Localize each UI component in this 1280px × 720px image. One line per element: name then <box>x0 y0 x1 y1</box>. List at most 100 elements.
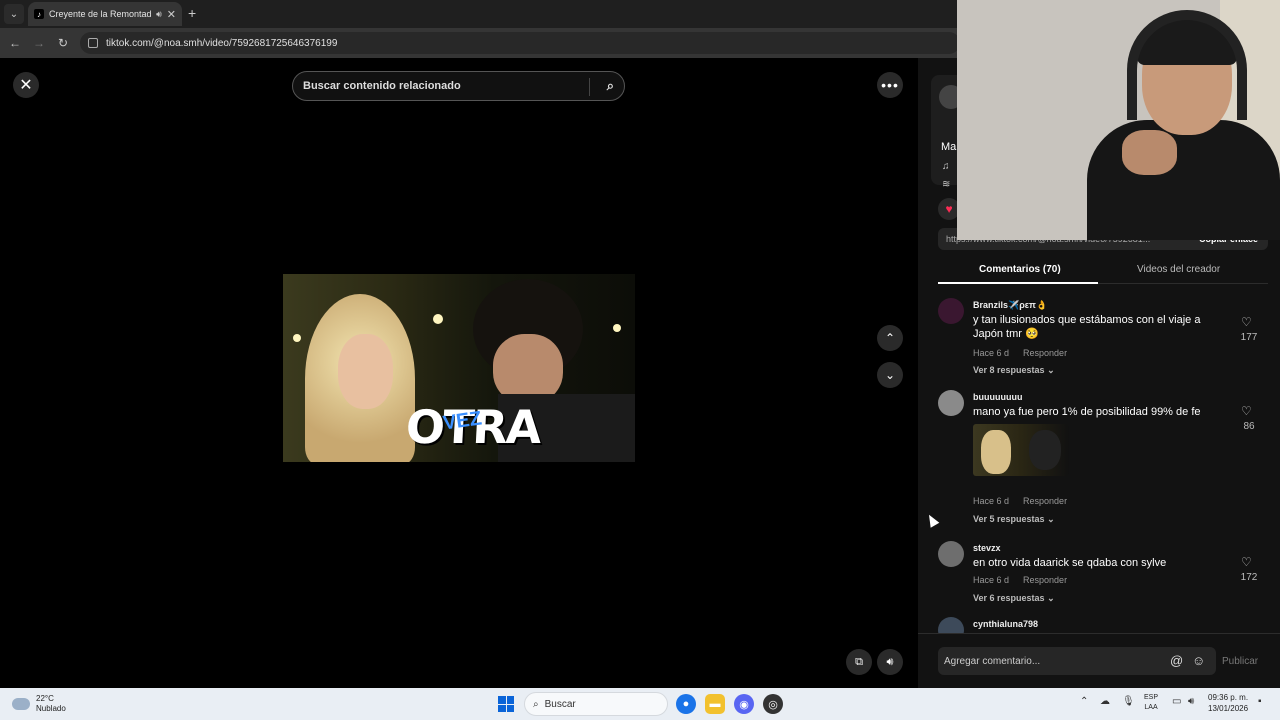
view-replies-button[interactable]: Ver 6 respuestas ⌄ <box>973 593 1055 604</box>
new-tab-button[interactable]: + <box>188 5 196 21</box>
comment-time: Hace 6 d <box>973 575 1010 585</box>
webcam-overlay <box>957 0 1280 240</box>
search-divider <box>589 78 590 96</box>
tab-creator-videos[interactable]: Videos del creador <box>1137 264 1220 275</box>
light-glow <box>613 324 621 332</box>
avatar[interactable] <box>938 617 964 633</box>
reply-button[interactable]: Responder <box>1023 575 1067 585</box>
weather-widget[interactable]: 22°C Nublado <box>12 694 66 714</box>
view-replies-label: Ver 6 respuestas <box>973 593 1045 603</box>
video-frame: OTRA VEZ <box>283 274 635 462</box>
file-explorer-icon[interactable]: ▬ <box>705 694 725 714</box>
like-count: 172 <box>1240 572 1258 583</box>
reload-icon[interactable]: ↻ <box>54 34 72 52</box>
comment-item: stevzx en otro vida daarick se qdaba con… <box>938 541 1268 611</box>
chevron-up-icon[interactable]: ⌃ <box>1080 696 1088 707</box>
comment-text: mano ya fue pero 1% de posibilidad 99% d… <box>973 406 1201 418</box>
like-count: 177 <box>1240 332 1258 343</box>
weather-desc: Nublado <box>36 704 66 713</box>
comment-composer: Agregar comentario... @ ☺ Publicar <box>918 633 1280 688</box>
person-1-face <box>338 334 393 409</box>
active-tab-indicator <box>938 282 1098 284</box>
comment-username[interactable]: cynthialuna798 <box>973 619 1038 629</box>
back-icon[interactable]: ← <box>6 34 24 52</box>
view-replies-button[interactable]: Ver 5 respuestas ⌄ <box>973 514 1055 525</box>
clock-time: 09:36 p. m. <box>1208 693 1249 702</box>
light-glow <box>293 334 301 342</box>
comment-text: y tan ilusionados que estábamos con el v… <box>973 314 1201 340</box>
avatar[interactable] <box>938 390 964 416</box>
related-search-input[interactable]: Buscar contenido relacionado ⌕ <box>292 71 625 101</box>
search-placeholder: Buscar contenido relacionado <box>303 80 461 92</box>
publish-button[interactable]: Publicar <box>1222 656 1258 667</box>
thumb-person-2 <box>1029 430 1061 470</box>
comment-meta: Hace 6 d Responder <box>973 496 1067 506</box>
network-icon[interactable]: ▭ <box>1172 696 1181 707</box>
emoji-icon[interactable]: ☺ <box>1192 653 1205 668</box>
floating-player-icon[interactable]: ⧉ <box>846 649 872 675</box>
previous-video-button[interactable]: ⌃ <box>877 325 903 351</box>
microphone-icon[interactable]: 🎙︎ <box>1122 696 1135 707</box>
site-info-icon[interactable] <box>88 38 98 48</box>
url-text: tiktok.com/@noa.smh/video/75926817256463… <box>106 37 338 49</box>
comment-username[interactable]: buuuuuuuu <box>973 392 1022 402</box>
close-tab-icon[interactable]: ✕ <box>167 8 176 21</box>
notification-icon[interactable]: ▪ <box>1258 696 1262 707</box>
taskbar: 22°C Nublado ⌕ Buscar ● ▬ ◉ ◎ ⌃ ☁ 🎙︎ ESP… <box>0 688 1280 720</box>
chrome-icon[interactable]: ● <box>676 694 696 714</box>
comment-meta: Hace 6 d Responder <box>973 348 1067 358</box>
tiktok-icon: ♪ <box>34 9 44 19</box>
view-replies-button[interactable]: Ver 8 respuestas ⌄ <box>973 365 1055 376</box>
weather-text: 22°C Nublado <box>36 694 66 714</box>
forward-icon[interactable]: → <box>30 34 48 52</box>
avatar[interactable] <box>938 541 964 567</box>
comment-placeholder: Agregar comentario... <box>944 655 1041 667</box>
next-video-button[interactable]: ⌄ <box>877 362 903 388</box>
capcut-icon: ≋ <box>942 179 951 190</box>
like-count: 86 <box>1243 421 1255 432</box>
reply-button[interactable]: Responder <box>1023 496 1067 506</box>
cloud-icon <box>12 698 30 710</box>
webcam-person-body <box>1087 120 1280 240</box>
clock-date: 13/01/2026 <box>1208 704 1249 713</box>
heart-icon[interactable]: ♡ <box>1241 315 1252 329</box>
comment-meta: Hace 6 d Responder <box>973 575 1067 585</box>
heart-icon[interactable]: ♡ <box>1241 555 1252 569</box>
light-glow <box>433 314 443 324</box>
comment-username[interactable]: Branzils✈️ρεπ👌 <box>973 300 1047 311</box>
comment-username[interactable]: stevzx <box>973 543 1001 553</box>
tab-title: Creyente de la Remontada <box>49 9 152 19</box>
comment-image[interactable] <box>973 424 1069 476</box>
onedrive-icon[interactable]: ☁ <box>1100 696 1110 707</box>
author-name: Ma <box>941 141 957 153</box>
reply-button[interactable]: Responder <box>1023 348 1067 358</box>
more-options-icon[interactable]: ••• <box>877 72 903 98</box>
search-icon[interactable]: ⌕ <box>607 78 614 94</box>
speaker-icon[interactable]: 🔊︎ <box>156 9 162 20</box>
taskbar-search[interactable]: ⌕ Buscar <box>524 692 668 716</box>
discord-icon[interactable]: ◉ <box>734 694 754 714</box>
taskbar-search-label: Buscar <box>544 698 576 710</box>
comment-time: Hace 6 d <box>973 348 1010 358</box>
heart-icon[interactable]: ♡ <box>1241 404 1252 418</box>
url-field[interactable]: tiktok.com/@noa.smh/video/75926817256463… <box>80 32 960 54</box>
view-replies-label: Ver 8 respuestas <box>973 365 1045 375</box>
obs-icon[interactable]: ◎ <box>763 694 783 714</box>
avatar[interactable] <box>938 298 964 324</box>
mention-icon[interactable]: @ <box>1170 653 1183 668</box>
tab-comments[interactable]: Comentarios (70) <box>979 264 1061 275</box>
thumb-person-1 <box>981 430 1011 474</box>
close-icon[interactable]: ✕ <box>13 72 39 98</box>
comment-list[interactable]: Branzils✈️ρεπ👌 y tan ilusionados que est… <box>938 298 1278 633</box>
browser-tab[interactable]: ♪ Creyente de la Remontada 🔊︎ ✕ <box>28 2 182 26</box>
windows-start-icon[interactable] <box>498 696 514 712</box>
comment-input[interactable]: Agregar comentario... @ ☺ <box>938 647 1216 675</box>
volume-icon[interactable]: 🔊︎ <box>877 649 903 675</box>
volume-tray-icon[interactable]: 🔊︎ <box>1188 696 1194 707</box>
headphones <box>1127 10 1247 120</box>
lang-line1: ESP <box>1144 694 1159 701</box>
tab-search-button[interactable]: ⌄ <box>4 4 24 24</box>
clock[interactable]: 09:36 p. m. 13/01/2026 <box>1208 692 1248 714</box>
language-indicator[interactable]: ESP LAA <box>1144 693 1158 713</box>
comment-time: Hace 6 d <box>973 496 1010 506</box>
